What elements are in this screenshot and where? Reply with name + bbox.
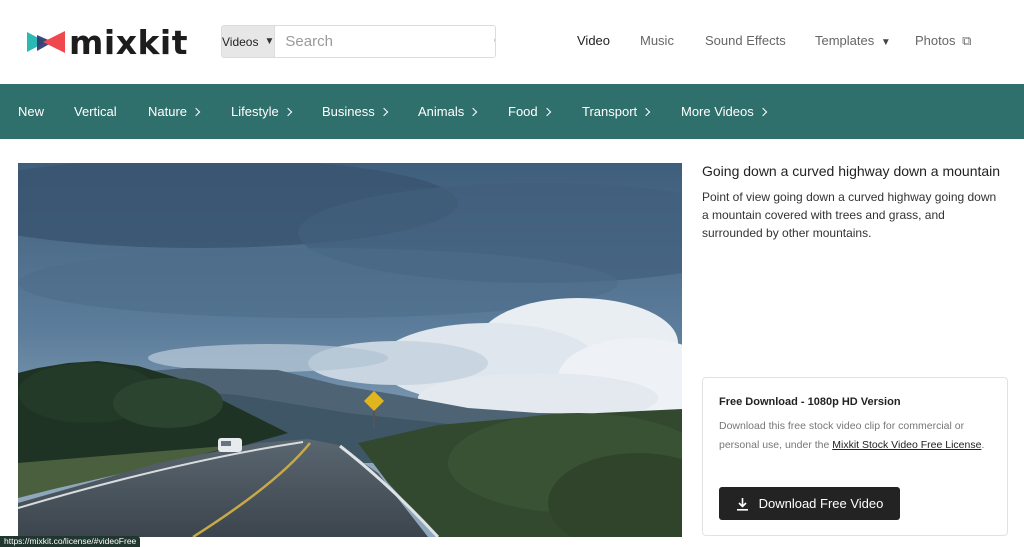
nav-photos[interactable]: Photos ⧉	[915, 33, 971, 49]
nav-templates[interactable]: Templates ▼	[815, 33, 891, 48]
chevron-right-icon	[542, 107, 551, 117]
download-icon	[736, 497, 748, 511]
category-label: Business	[322, 104, 375, 119]
download-description: Download this free stock video clip for …	[719, 417, 991, 455]
category-more-videos[interactable]: More Videos	[681, 104, 767, 119]
category-animals[interactable]: Animals	[418, 104, 478, 119]
nav-sound-effects[interactable]: Sound Effects	[705, 33, 786, 48]
chevron-right-icon	[379, 107, 388, 117]
external-link-icon: ⧉	[962, 33, 972, 48]
chevron-right-icon	[469, 107, 478, 117]
category-new[interactable]: New	[18, 104, 44, 119]
video-frame	[18, 163, 682, 537]
top-navigation: Video Music Sound Effects Templates ▼ Ph…	[0, 33, 1024, 51]
category-bar: New Vertical Nature Lifestyle Business A…	[0, 84, 1024, 139]
download-button-label: Download Free Video	[758, 496, 884, 511]
category-label: Food	[508, 104, 538, 119]
site-header: mixkit Videos ▼ Video Music Sound Effect…	[0, 0, 1024, 84]
category-lifestyle[interactable]: Lifestyle	[231, 104, 292, 119]
browser-status-bar: https://mixkit.co/license/#videoFree	[0, 536, 141, 547]
category-label: More Videos	[681, 104, 754, 119]
category-nature[interactable]: Nature	[148, 104, 201, 119]
category-vertical[interactable]: Vertical	[74, 104, 117, 119]
nav-templates-label: Templates	[815, 33, 875, 48]
chevron-right-icon	[191, 107, 201, 117]
video-description: Point of view going down a curved highwa…	[702, 190, 997, 240]
video-title: Going down a curved highway down a mount…	[702, 163, 1001, 179]
chevron-right-icon	[641, 107, 651, 117]
download-desc-end: .	[981, 439, 985, 451]
download-card: Free Download - 1080p HD Version Downloa…	[702, 377, 1008, 536]
video-player[interactable]	[18, 163, 682, 537]
category-transport[interactable]: Transport	[582, 104, 651, 119]
nav-photos-label: Photos	[915, 33, 956, 48]
download-free-video-button[interactable]: Download Free Video	[719, 487, 900, 520]
nav-video[interactable]: Video	[577, 33, 610, 48]
chevron-right-icon	[283, 107, 292, 117]
caret-down-icon: ▼	[880, 37, 891, 48]
category-label: Transport	[582, 104, 638, 119]
license-link[interactable]: Mixkit Stock Video Free License	[832, 439, 981, 451]
category-business[interactable]: Business	[322, 104, 388, 119]
category-label: Animals	[418, 104, 465, 119]
download-title: Free Download - 1080p HD Version	[719, 396, 901, 408]
category-label: Lifestyle	[231, 104, 279, 119]
category-label: Nature	[148, 104, 188, 119]
nav-music[interactable]: Music	[640, 33, 674, 48]
category-label: New	[18, 104, 45, 119]
category-label: Vertical	[74, 104, 117, 119]
chevron-right-icon	[758, 107, 767, 117]
category-food[interactable]: Food	[508, 104, 551, 119]
